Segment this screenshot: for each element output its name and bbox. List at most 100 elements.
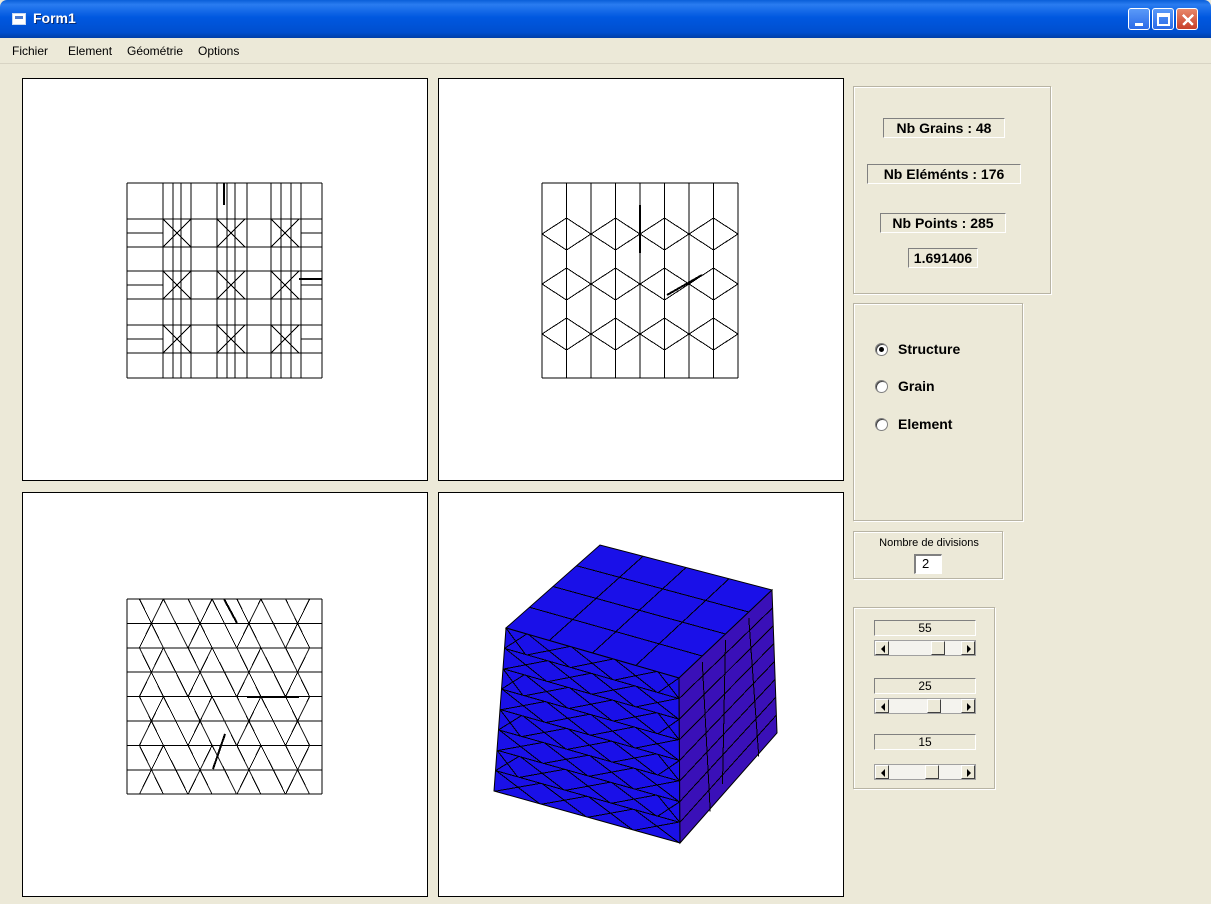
mesh-edge (150, 696, 164, 722)
cube-3d-view (493, 544, 778, 845)
menu-geometrie[interactable]: Géométrie (127, 44, 183, 58)
radio-element[interactable]: Element (875, 415, 952, 433)
rotation-x-thumb[interactable] (931, 641, 945, 655)
rotation-y-thumb[interactable] (927, 699, 941, 713)
mesh-projection-front (126, 182, 323, 379)
mesh-edge (248, 623, 262, 649)
mesh-edge (199, 720, 213, 746)
mesh-edge (566, 233, 592, 251)
mesh-edge (248, 745, 262, 771)
maximize-button[interactable] (1152, 8, 1174, 30)
viewport-top-right[interactable] (438, 78, 844, 481)
scroll-right-button[interactable] (961, 699, 975, 713)
title-bar: Form1 (0, 0, 1211, 38)
mesh-edge (175, 623, 189, 649)
mesh-edge (138, 696, 152, 722)
radio-structure-label: Structure (898, 341, 961, 357)
mesh-edge (187, 647, 201, 673)
arrow-right-icon (967, 769, 971, 777)
close-button[interactable] (1176, 8, 1198, 30)
mesh-edge (236, 696, 250, 722)
mesh-edge (615, 217, 641, 235)
mesh-edge (248, 696, 262, 722)
arrow-left-icon (881, 703, 885, 711)
mesh-edge (285, 623, 299, 649)
mesh-edge (713, 267, 739, 285)
mesh-edge (666, 274, 703, 296)
mesh-edge (260, 745, 274, 771)
mesh-edge (615, 333, 641, 351)
mesh-edge (150, 745, 164, 771)
mesh-edge (162, 696, 177, 722)
radio-element-label: Element (898, 416, 953, 432)
viewport-bottom-right[interactable] (438, 492, 844, 897)
radio-grain-button[interactable] (875, 379, 888, 393)
menu-options[interactable]: Options (198, 44, 239, 58)
rotation-z-thumb[interactable] (925, 765, 939, 779)
mesh-edge (187, 769, 201, 795)
mesh-edge (248, 769, 262, 795)
mesh-edge (150, 623, 164, 649)
scroll-right-button[interactable] (961, 765, 975, 779)
scroll-left-button[interactable] (875, 765, 889, 779)
mesh-edge (272, 720, 286, 746)
mesh-edge (260, 696, 274, 722)
mesh-edge (639, 317, 665, 335)
mesh-edge (236, 720, 250, 746)
rotation-z-scrollbar[interactable] (874, 764, 976, 780)
mesh-edge (224, 769, 238, 795)
menu-element[interactable]: Element (68, 44, 112, 58)
mesh-edge (150, 647, 164, 673)
scroll-right-button[interactable] (961, 641, 975, 655)
mesh-edge (162, 598, 177, 624)
menu-fichier[interactable]: Fichier (12, 44, 48, 58)
rotation-y-value: 25 (874, 678, 976, 694)
rotation-x-value: 55 (874, 620, 976, 636)
mesh-edge (615, 317, 641, 335)
rotation-y-scrollbar[interactable] (874, 698, 976, 714)
mesh-edge (138, 598, 152, 624)
mesh-edge (297, 598, 311, 624)
mesh-edge (590, 233, 616, 251)
mesh-edge (162, 745, 177, 771)
viewport-top-left[interactable] (22, 78, 428, 481)
radio-grain-label: Grain (898, 378, 935, 394)
mesh-edge (297, 623, 311, 649)
mesh-edge (224, 671, 238, 697)
stats-group: Nb Grains : 48 Nb Eléménts : 176 Nb Poin… (853, 86, 1051, 294)
divisions-group: Nombre de divisions 2 (853, 531, 1003, 579)
window-title: Form1 (33, 10, 76, 26)
mesh-edge (541, 283, 567, 301)
viewport-bottom-left[interactable] (22, 492, 428, 897)
radio-element-button[interactable] (875, 417, 888, 431)
grains-count: Nb Grains : 48 (883, 118, 1005, 138)
mesh-edge (187, 671, 201, 697)
mesh-edge (713, 333, 739, 351)
minimize-icon (1135, 23, 1143, 26)
rotation-x-scrollbar[interactable] (874, 640, 976, 656)
mesh-edge (187, 745, 201, 771)
scroll-left-button[interactable] (875, 641, 889, 655)
mesh-edge (566, 317, 592, 335)
mesh-edge (138, 745, 152, 771)
maximize-icon (1157, 13, 1170, 26)
mesh-edge (175, 769, 189, 795)
arrow-right-icon (967, 703, 971, 711)
mesh-edge (713, 283, 739, 301)
mesh-edge (664, 267, 690, 285)
minimize-button[interactable] (1128, 8, 1150, 30)
mesh-edge (285, 647, 299, 673)
mesh-edge (248, 598, 262, 624)
radio-grain[interactable]: Grain (875, 377, 935, 395)
radio-structure-button[interactable] (875, 342, 888, 356)
scroll-left-button[interactable] (875, 699, 889, 713)
mesh-edge (639, 283, 665, 301)
mesh-edge (175, 720, 189, 746)
mesh-edge (615, 267, 641, 285)
mesh-edge (664, 217, 690, 235)
mesh-edge (260, 647, 274, 673)
divisions-input[interactable]: 2 (914, 554, 942, 574)
mesh-edge (150, 720, 164, 746)
radio-structure[interactable]: Structure (875, 340, 960, 358)
mesh-edge (138, 647, 152, 673)
